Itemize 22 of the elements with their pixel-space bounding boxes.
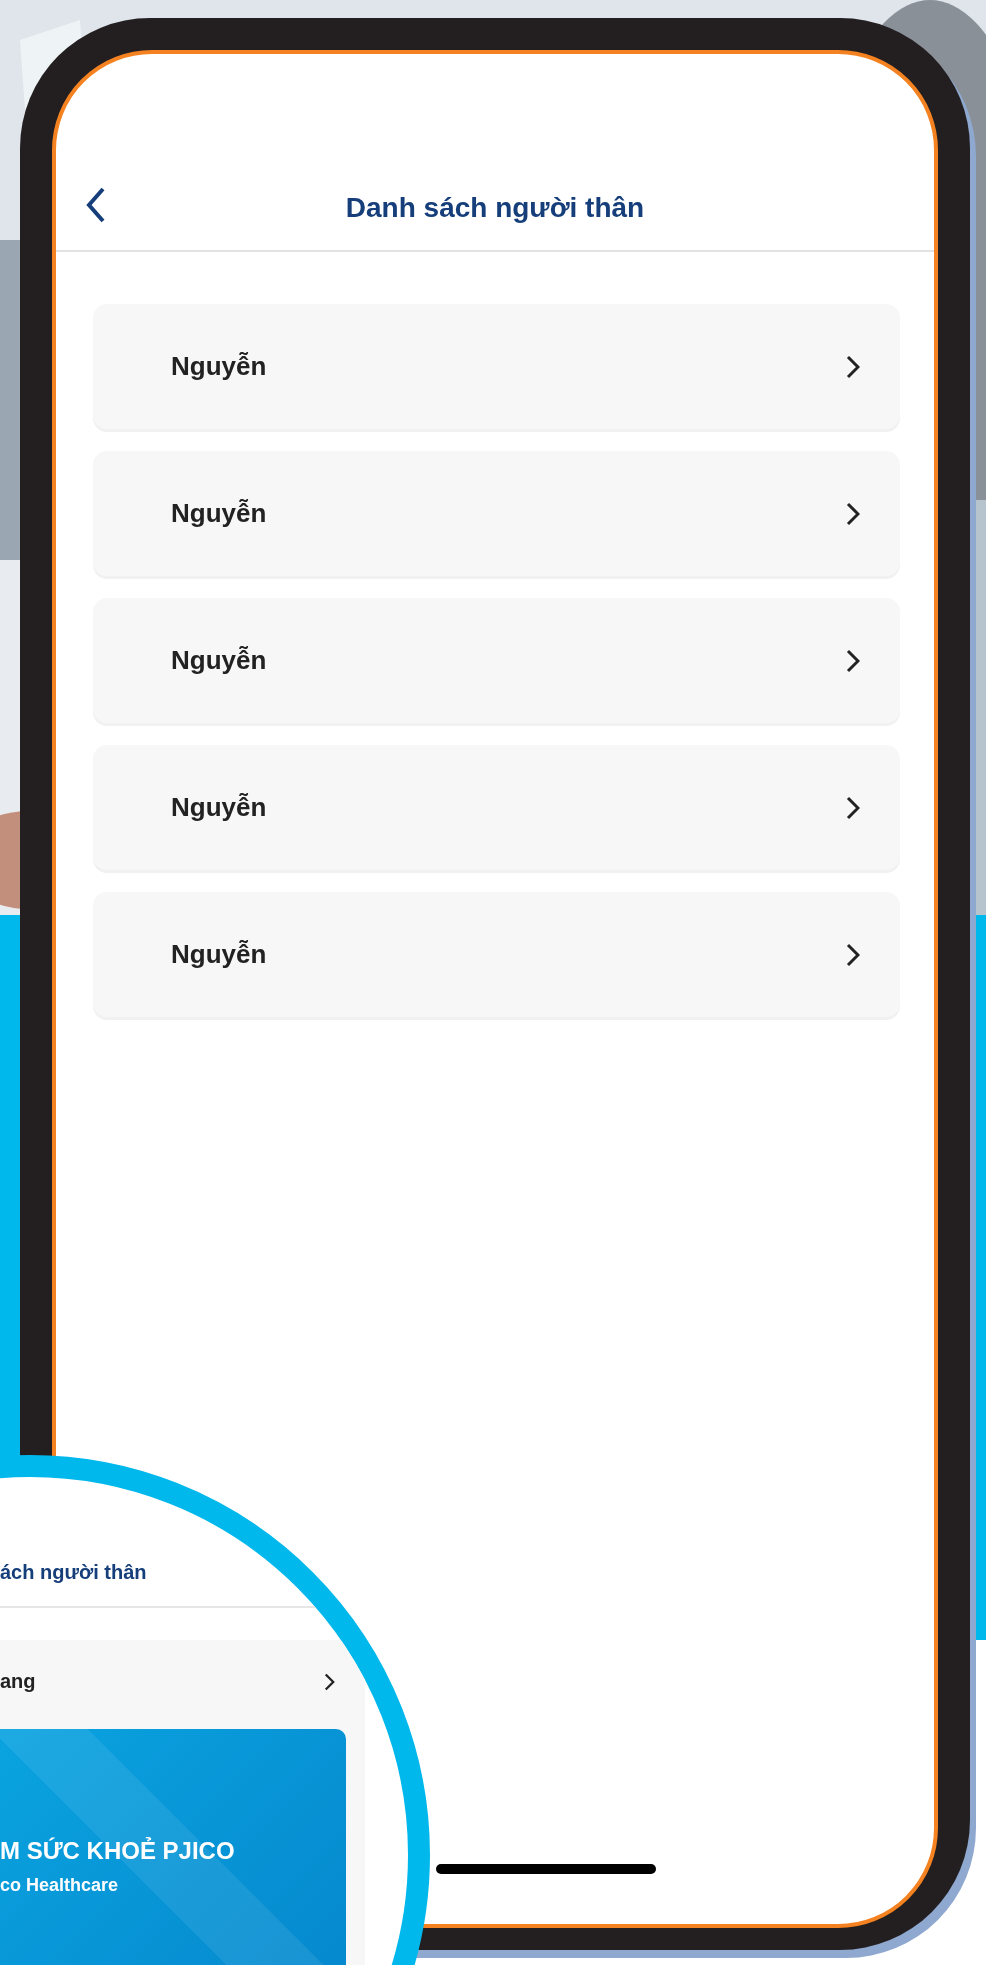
relative-name: Nguyễn <box>171 645 267 676</box>
card-title: M SỨC KHOẺ PJICO <box>0 1837 236 1865</box>
relative-name: Nguyễn <box>171 792 267 823</box>
relative-row[interactable]: Nguyễn <box>93 892 900 1017</box>
relative-row[interactable]: Nguyễn <box>93 598 900 723</box>
back-icon[interactable] <box>86 186 106 224</box>
relative-name: Nguyễn <box>171 498 267 529</box>
relative-name: Nguyễn <box>171 351 267 382</box>
inset-title: ách người thân <box>0 1561 148 1584</box>
card-subtitle: co Healthcare <box>0 1875 120 1896</box>
chevron-right-icon <box>846 795 860 820</box>
chevron-right-icon <box>846 354 860 379</box>
screen-title: Danh sách người thân <box>345 192 645 224</box>
inset-name: ang <box>0 1670 36 1693</box>
chevron-right-icon <box>846 648 860 673</box>
chevron-right-icon <box>846 942 860 967</box>
chevron-right-icon <box>324 1672 335 1691</box>
chevron-right-icon <box>846 501 860 526</box>
relative-row[interactable]: Nguyễn <box>93 304 900 429</box>
relative-name: Nguyễn <box>171 939 267 970</box>
relative-row[interactable]: Nguyễn <box>93 745 900 870</box>
relative-row[interactable]: Nguyễn <box>93 451 900 576</box>
